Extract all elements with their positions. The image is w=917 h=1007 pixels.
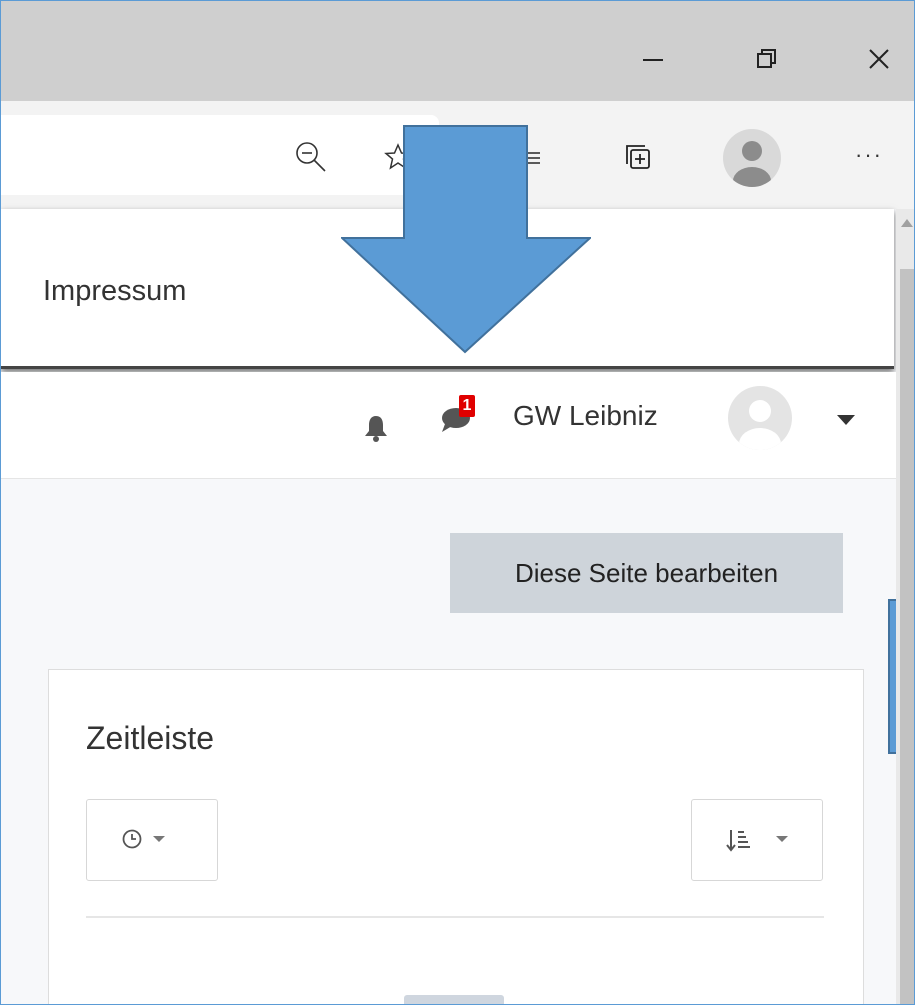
window-titlebar — [1, 1, 914, 101]
scrollbar-thumb[interactable] — [900, 269, 914, 1004]
timeline-block: Zeitleiste — [48, 669, 864, 1004]
timeline-filter-dropdown[interactable] — [86, 799, 218, 881]
user-avatar[interactable] — [728, 386, 792, 450]
user-menu-caret-icon[interactable] — [837, 415, 855, 425]
clock-icon — [121, 828, 143, 855]
chevron-down-icon — [153, 836, 165, 842]
sort-list-icon — [726, 827, 752, 858]
page-scrollbar[interactable] — [896, 209, 914, 1004]
user-name[interactable]: GW Leibniz — [513, 400, 658, 432]
timeline-sort-dropdown[interactable] — [691, 799, 823, 881]
site-navbar: 1 GW Leibniz — [1, 372, 896, 479]
menu-item-impressum[interactable]: Impressum — [43, 275, 186, 308]
timeline-divider — [86, 916, 824, 918]
scroll-up-arrow-icon[interactable] — [901, 219, 913, 227]
profile-avatar-icon[interactable] — [723, 129, 781, 187]
annotation-arrow-down — [339, 125, 593, 360]
timeline-title: Zeitleiste — [86, 720, 215, 756]
restore-icon[interactable] — [747, 39, 787, 79]
chevron-down-icon — [776, 836, 788, 842]
notification-bell-icon[interactable] — [363, 414, 389, 447]
close-icon[interactable] — [859, 39, 899, 79]
message-count-badge: 1 — [459, 395, 475, 417]
edit-page-button[interactable]: Diese Seite bearbeiten — [450, 533, 843, 613]
collections-icon[interactable] — [618, 139, 658, 175]
empty-timeline-icon — [404, 995, 504, 1004]
screenshot-frame: ··· Impressum 1 GW Leibniz Diese Seite b… — [0, 0, 915, 1005]
minimize-icon[interactable] — [633, 39, 673, 79]
more-menu-icon[interactable]: ··· — [847, 137, 891, 173]
zoom-out-icon[interactable] — [291, 139, 331, 175]
